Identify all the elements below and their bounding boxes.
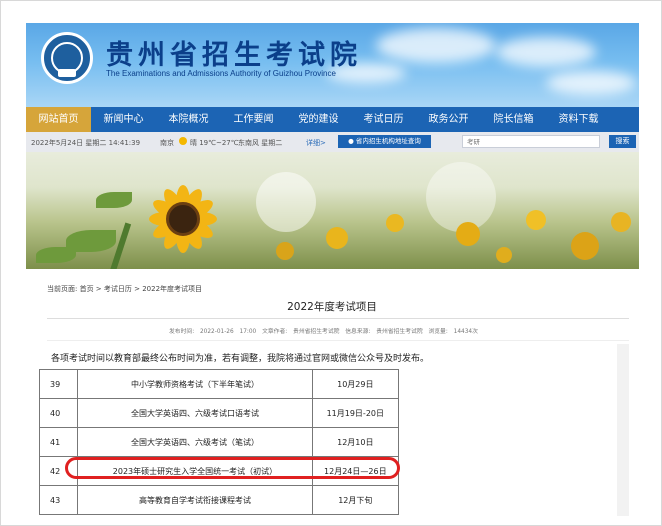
breadcrumb[interactable]: 当前页面: 首页 > 考试日历 > 2022年度考试项目 <box>47 284 202 294</box>
table-row: 40 全国大学英语四、六级考试口语考试 11月19日-20日 <box>38 398 400 428</box>
divider <box>47 318 629 319</box>
nav-item-downloads[interactable]: 资料下载 <box>546 107 611 132</box>
table-row: 43 高等教育自学考试衔接课程考试 12月下旬 <box>38 485 400 515</box>
exam-date: 11月19日-20日 <box>311 398 400 428</box>
exam-name: 高等教育自学考试衔接课程考试 <box>77 485 313 515</box>
org-address-lookup-label: 省内招生机构地址查询 <box>355 137 421 145</box>
exam-date: 12月10日 <box>311 427 400 457</box>
search-button[interactable]: 搜索 <box>609 135 636 148</box>
cloud-decoration <box>496 37 596 67</box>
nav-item-mailbox[interactable]: 院长信箱 <box>481 107 546 132</box>
exam-date: 12月下旬 <box>311 485 400 515</box>
exam-number: 40 <box>38 398 79 428</box>
exam-number: 43 <box>38 485 79 515</box>
article-notice: 各项考试时间以教育部最终公布时间为准，若有调整，我院将通过官网或微信公众号及时发… <box>51 354 430 364</box>
nav-item-work-news[interactable]: 工作要闻 <box>221 107 286 132</box>
scrollbar-track[interactable] <box>617 344 629 516</box>
main-nav: 网站首页 新闻中心 本院概况 工作要闻 党的建设 考试日历 政务公开 院长信箱 … <box>26 107 639 132</box>
cloud-decoration <box>376 28 496 63</box>
nav-item-about[interactable]: 本院概况 <box>156 107 221 132</box>
browser-page: 贵州省招生考试院 The Examinations and Admissions… <box>0 0 662 526</box>
exam-schedule-table: 39 中小学教师资格考试（下半年笔试） 10月29日 40 全国大学英语四、六级… <box>38 369 400 515</box>
search-input[interactable] <box>462 135 600 148</box>
page-title: 2022年度考试项目 <box>287 301 377 313</box>
nav-item-news[interactable]: 新闻中心 <box>91 107 156 132</box>
nav-item-party[interactable]: 党的建设 <box>286 107 351 132</box>
exam-number: 41 <box>38 427 79 457</box>
article-meta: 发布时间: 2022-01-26 17:00 文章作者: 贵州省招生考试院 信息… <box>169 329 478 335</box>
logo-emblem-icon[interactable] <box>41 32 93 84</box>
exam-name: 全国大学英语四、六级考试（笔试） <box>77 427 313 457</box>
nav-item-exam-calendar[interactable]: 考试日历 <box>351 107 416 132</box>
wind-text: 东南风 星期二 <box>238 139 283 147</box>
weather-details-link[interactable]: 详细> <box>306 138 326 148</box>
org-address-lookup-button[interactable]: ● 省内招生机构地址查询 <box>338 135 431 148</box>
location-pin-icon: ● <box>348 137 356 145</box>
nav-item-gov-info[interactable]: 政务公开 <box>416 107 481 132</box>
sunflower-banner-image <box>26 152 639 269</box>
weather-sun-icon <box>179 137 187 145</box>
exam-date: 10月29日 <box>311 369 400 399</box>
weather-text: 晴 19℃~27℃ <box>190 139 239 147</box>
exam-name: 中小学教师资格考试（下半年笔试） <box>77 369 313 399</box>
divider <box>47 340 629 341</box>
table-row: 39 中小学教师资格考试（下半年笔试） 10月29日 <box>38 369 400 399</box>
exam-name: 全国大学英语四、六级考试口语考试 <box>77 398 313 428</box>
info-bar: 2022年5月24日 星期二 14:41:39 南京 晴 19℃~27℃ 东南风… <box>26 132 639 152</box>
site-title: 贵州省招生考试院 <box>106 40 362 71</box>
nav-item-home[interactable]: 网站首页 <box>26 107 91 132</box>
sunflower <box>26 152 639 269</box>
cloud-decoration <box>546 71 636 95</box>
highlight-annotation-oval <box>65 457 400 479</box>
city-text: 南京 <box>160 139 174 147</box>
site-header: 贵州省招生考试院 The Examinations and Admissions… <box>26 23 639 107</box>
site-subtitle: The Examinations and Admissions Authorit… <box>106 69 336 78</box>
datetime-text: 2022年5月24日 星期二 14:41:39 <box>31 139 141 147</box>
exam-number: 39 <box>38 369 79 399</box>
table-row: 41 全国大学英语四、六级考试（笔试） 12月10日 <box>38 427 400 457</box>
